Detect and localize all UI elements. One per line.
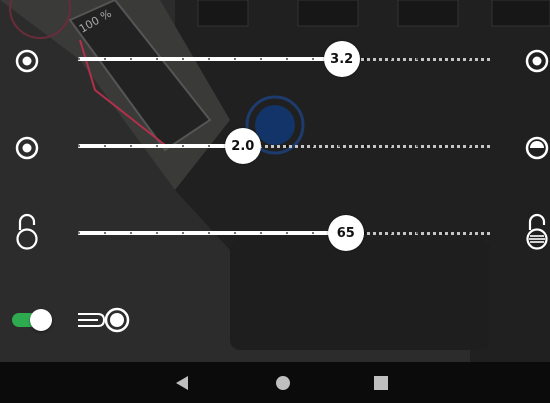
slider-ticks: [78, 145, 490, 147]
target-icon[interactable]: [524, 48, 550, 74]
slider-2[interactable]: 2.0: [78, 128, 490, 164]
recents-icon: [374, 375, 388, 390]
lock-open-icon[interactable]: [14, 213, 40, 251]
back-button[interactable]: [162, 362, 202, 403]
target-icon[interactable]: [14, 48, 40, 74]
back-icon: [176, 375, 188, 390]
slider-ticks: [78, 232, 490, 234]
slider-thumb[interactable]: 65: [327, 215, 364, 251]
half-circle-icon[interactable]: [524, 135, 550, 161]
slider-ticks: [78, 58, 490, 60]
lock-fill-icon[interactable]: [524, 213, 550, 251]
navigation-bar: [0, 362, 550, 403]
home-button[interactable]: [263, 362, 303, 403]
slider-1[interactable]: 3.2: [78, 41, 490, 77]
target-icon[interactable]: [14, 135, 40, 161]
slider-3[interactable]: 65: [78, 215, 490, 251]
slider-thumb[interactable]: 2.0: [224, 128, 261, 164]
toggle-knob: [30, 309, 52, 331]
fan-wind-icon[interactable]: [76, 306, 130, 334]
recents-button[interactable]: [361, 362, 401, 403]
toggle-switch[interactable]: [12, 309, 52, 331]
home-icon: [276, 375, 290, 390]
slider-thumb[interactable]: 3.2: [323, 41, 360, 77]
